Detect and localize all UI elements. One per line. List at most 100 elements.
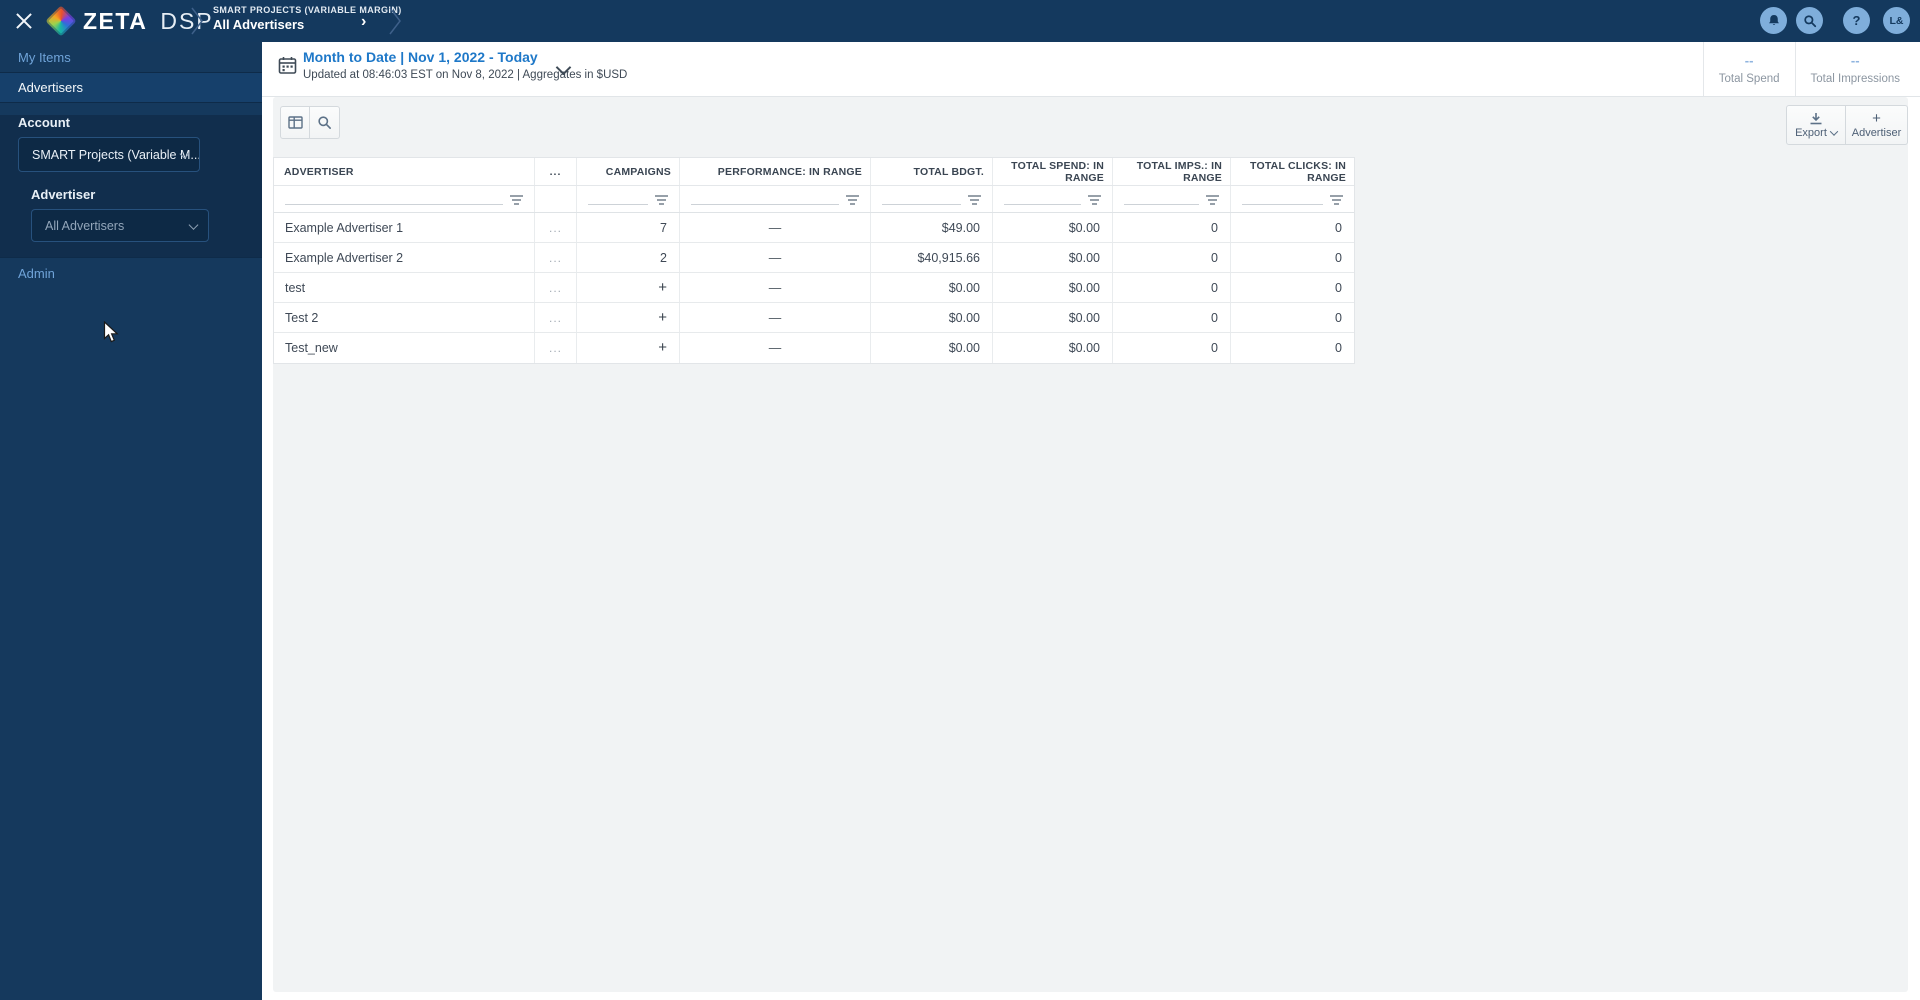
column-header-performance[interactable]: PERFORMANCE: IN RANGE: [680, 158, 871, 185]
row-menu-button[interactable]: ...: [535, 303, 577, 332]
avatar-initials: L&: [1889, 14, 1904, 27]
column-header-campaigns[interactable]: CAMPAIGNS: [577, 158, 680, 185]
add-campaign-button: +: [577, 273, 680, 302]
plus-icon: +: [1872, 109, 1881, 127]
filter-input-total-clicks[interactable]: [1231, 186, 1354, 212]
advertiser-select-value: All Advertisers: [45, 218, 125, 233]
user-avatar[interactable]: L&: [1883, 7, 1910, 34]
grid-actions: Export + Advertiser: [1786, 105, 1908, 145]
grid-search-button[interactable]: [310, 106, 340, 139]
advertisers-table: ADVERTISER ... CAMPAIGNS PERFORMANCE: IN…: [273, 157, 1355, 364]
total-budget-cell: $0.00: [871, 273, 993, 302]
total-spend-cell: $0.00: [993, 333, 1113, 363]
export-button[interactable]: Export: [1786, 105, 1846, 145]
add-campaign-button: +: [577, 303, 680, 332]
filter-input-performance[interactable]: [680, 186, 871, 212]
breadcrumb[interactable]: SMART PROJECTS (VARIABLE MARGIN) All Adv…: [213, 5, 402, 32]
advertiser-name-cell[interactable]: Example Advertiser 2: [274, 243, 535, 272]
total-clicks-cell: 0: [1335, 220, 1342, 235]
download-icon: [1810, 112, 1822, 124]
date-updated-text: Updated at 08:46:03 EST on Nov 8, 2022 |…: [303, 69, 628, 81]
grid-toolbar: [280, 106, 340, 139]
help-button[interactable]: ?: [1843, 7, 1870, 34]
total-spend-stat: -- Total Spend: [1702, 42, 1795, 96]
row-menu-button[interactable]: ...: [535, 333, 577, 363]
table-row: Test 2 ... + — $0.00 $0.00 0 0: [274, 303, 1354, 333]
filter-icon[interactable]: [1330, 195, 1343, 205]
filter-icon[interactable]: [968, 195, 981, 205]
sidebar-item-advertisers[interactable]: Advertisers: [0, 73, 262, 102]
search-icon: [318, 116, 331, 129]
column-header-total-spend[interactable]: TOTAL SPEND: IN RANGE: [993, 158, 1113, 185]
breadcrumb-separator-icon: [191, 7, 203, 35]
filter-input-advertiser[interactable]: [274, 186, 535, 212]
sidebar-item-admin[interactable]: Admin: [0, 258, 262, 288]
breadcrumb-expand-icon[interactable]: ›: [361, 14, 366, 30]
filter-icon[interactable]: [1206, 195, 1219, 205]
filter-input-total-spend[interactable]: [993, 186, 1113, 212]
add-campaign-button: +: [577, 333, 680, 363]
row-menu-button[interactable]: ...: [535, 243, 577, 272]
chevron-down-icon: [1829, 126, 1839, 136]
global-search-button[interactable]: [1796, 7, 1823, 34]
column-header-total-imps[interactable]: TOTAL IMPS.: IN RANGE: [1113, 158, 1231, 185]
filter-input-total-budget[interactable]: [871, 186, 993, 212]
total-clicks-cell: 0: [1335, 310, 1342, 325]
advertiser-name-cell[interactable]: test: [274, 273, 535, 302]
close-icon[interactable]: [13, 10, 35, 32]
bell-icon: [1768, 14, 1779, 25]
sidebar-item-label: Advertisers: [18, 80, 84, 95]
advertiser-name-cell[interactable]: Example Advertiser 1: [274, 213, 535, 242]
performance-cell: —: [680, 303, 871, 332]
breadcrumb-page-title: All Advertisers: [213, 17, 305, 32]
sidebar: My Items Advertisers Account SMART Proje…: [0, 42, 262, 1000]
advertiser-name-cell[interactable]: Test_new: [274, 333, 535, 363]
row-menu-button[interactable]: ...: [535, 273, 577, 302]
table-row: Example Advertiser 2 ... 2 — $40,915.66 …: [274, 243, 1354, 273]
filter-input-total-imps[interactable]: [1113, 186, 1231, 212]
advertiser-select[interactable]: All Advertisers: [31, 209, 209, 242]
table-row: test ... + — $0.00 $0.00 0 0: [274, 273, 1354, 303]
column-settings-button[interactable]: [280, 106, 310, 139]
total-budget-cell: $49.00: [871, 213, 993, 242]
campaigns-cell[interactable]: 7: [577, 213, 680, 242]
brand-name: ZETA: [83, 7, 148, 34]
filter-icon[interactable]: [510, 195, 523, 205]
advertiser-name-cell[interactable]: Test 2: [274, 303, 535, 332]
zeta-logo-icon: [45, 5, 77, 37]
column-header-row-menu[interactable]: ...: [535, 158, 577, 185]
plus-icon[interactable]: +: [658, 340, 667, 355]
sidebar-item-label: My Items: [18, 49, 71, 65]
campaigns-cell[interactable]: 2: [577, 243, 680, 272]
plus-icon[interactable]: +: [658, 310, 667, 325]
column-header-total-clicks[interactable]: TOTAL CLICKS: IN RANGE: [1231, 158, 1354, 185]
total-spend-label: Total Spend: [1718, 73, 1780, 85]
performance-cell: —: [680, 273, 871, 302]
row-menu-button[interactable]: ...: [535, 213, 577, 242]
filter-icon[interactable]: [846, 195, 859, 205]
column-header-advertiser[interactable]: ADVERTISER: [274, 158, 535, 185]
total-impressions-stat: -- Total Impressions: [1794, 42, 1915, 96]
filter-icon[interactable]: [655, 195, 668, 205]
total-clicks-cell: 0: [1335, 341, 1342, 355]
account-select[interactable]: SMART Projects (Variable M...: [18, 137, 200, 172]
date-range-link[interactable]: Month to Date | Nov 1, 2022 - Today: [303, 49, 538, 65]
total-spend-cell: $0.00: [993, 213, 1113, 242]
add-advertiser-button[interactable]: + Advertiser: [1846, 105, 1908, 145]
chevron-down-icon: [188, 219, 199, 230]
column-header-total-budget[interactable]: TOTAL BDGT.: [871, 158, 993, 185]
notifications-button[interactable]: [1760, 7, 1787, 34]
add-advertiser-button-label: Advertiser: [1851, 126, 1902, 139]
total-spend-cell: $0.00: [993, 303, 1113, 332]
total-spend-cell: $0.00: [993, 273, 1113, 302]
plus-icon[interactable]: +: [658, 280, 667, 295]
divider: [0, 102, 262, 103]
table-header-row: ADVERTISER ... CAMPAIGNS PERFORMANCE: IN…: [274, 158, 1354, 186]
grid-panel: Export + Advertiser ADVERTISER ... CAMPA…: [273, 97, 1908, 992]
brand-logo: ZETA DSP: [45, 5, 214, 37]
sidebar-item-my-items[interactable]: My Items: [0, 42, 262, 72]
filter-input-campaigns[interactable]: [577, 186, 680, 212]
total-budget-cell: $40,915.66: [871, 243, 993, 272]
total-clicks-cell: 0: [1335, 250, 1342, 265]
filter-icon[interactable]: [1088, 195, 1101, 205]
